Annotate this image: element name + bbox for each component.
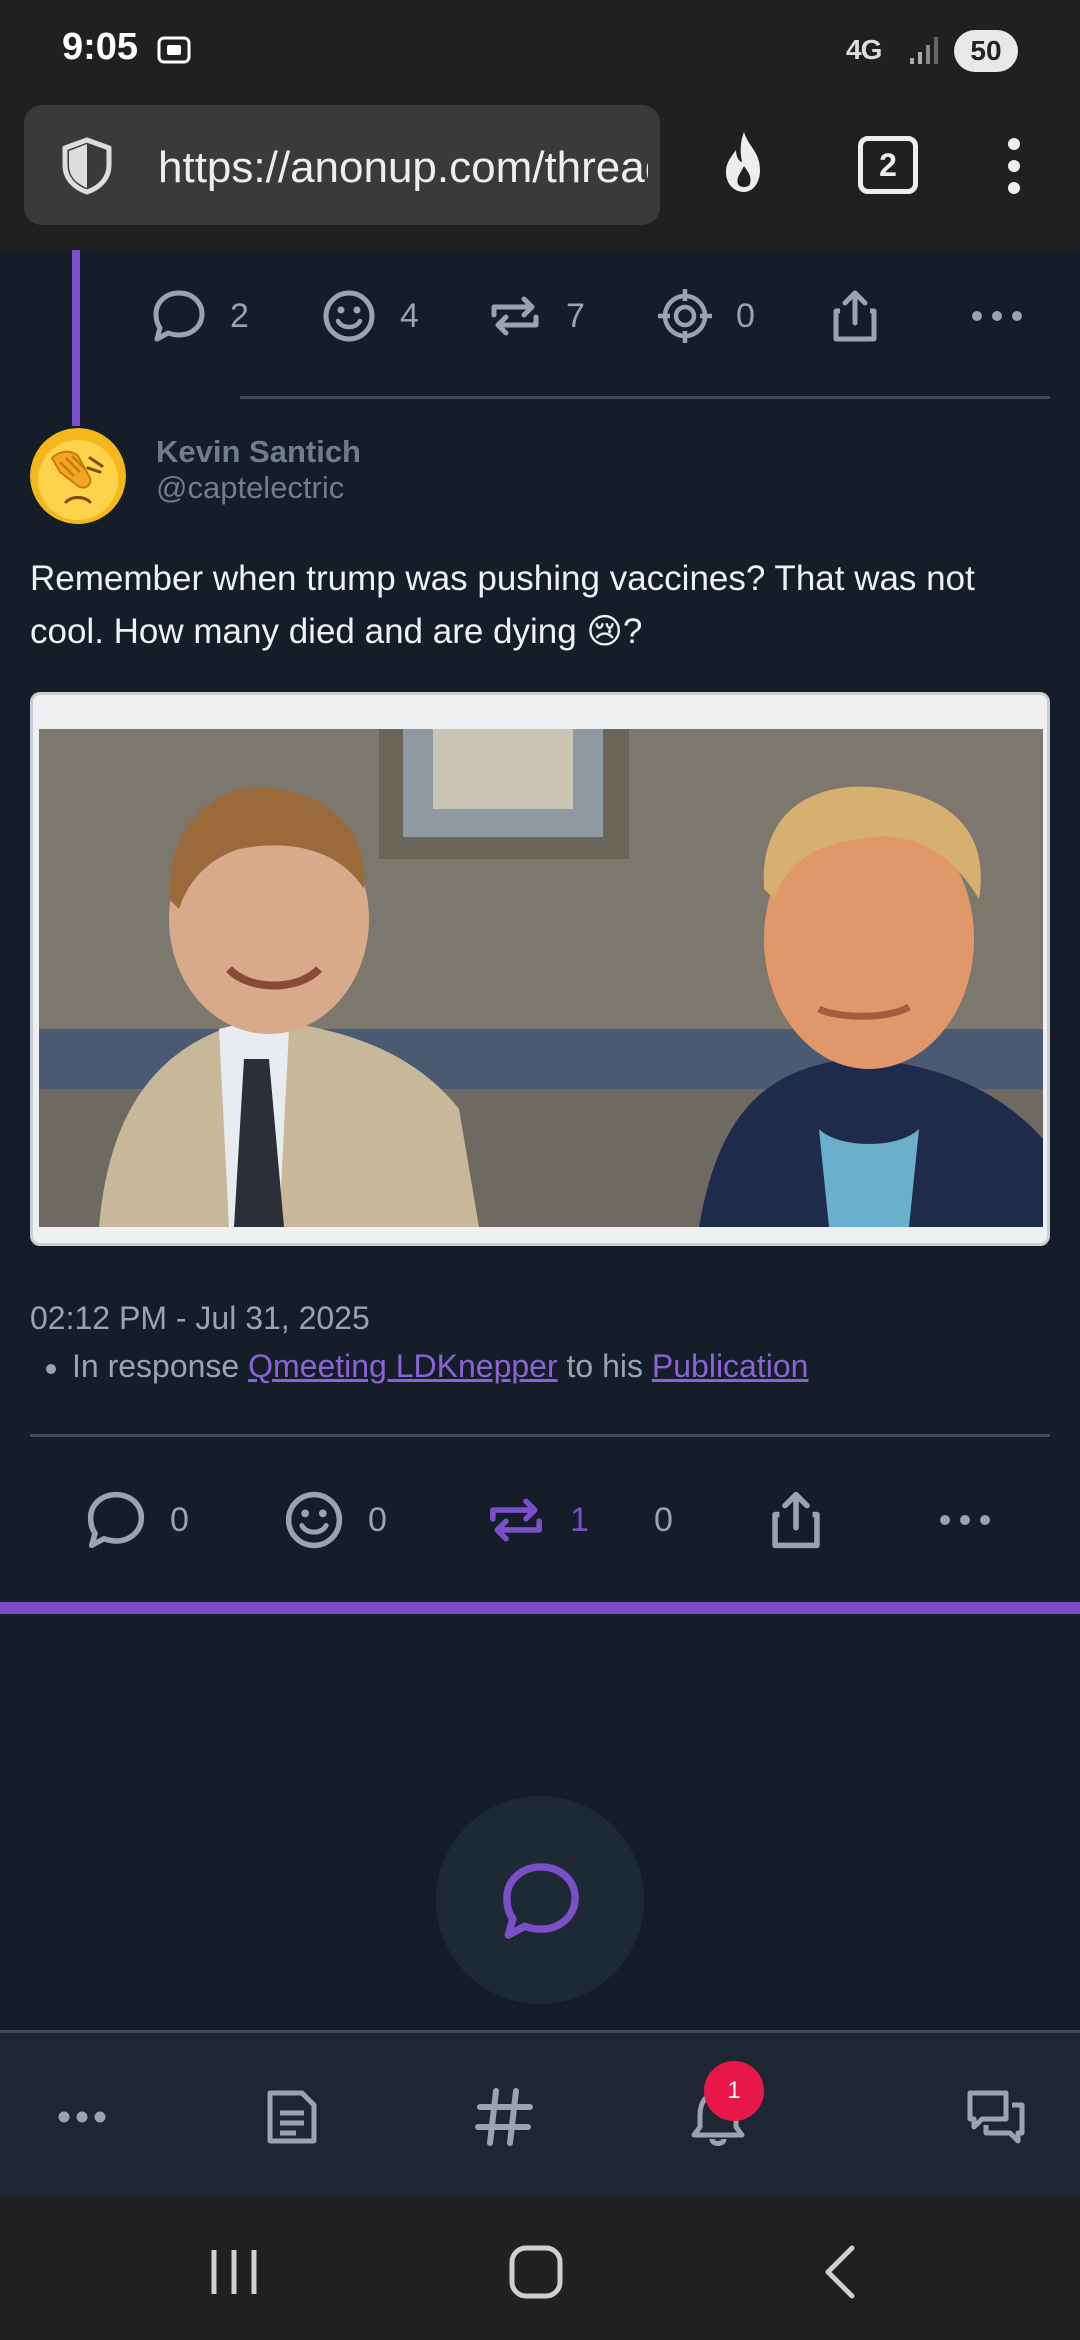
target-count: 0 xyxy=(736,296,755,335)
thread-end-rule xyxy=(0,1602,1080,1614)
react-button[interactable]: 0 xyxy=(282,1470,387,1570)
screenshot-icon xyxy=(157,36,191,64)
publication-link[interactable]: Publication xyxy=(652,1348,809,1384)
author-handle[interactable]: @captelectric xyxy=(156,470,344,506)
more-icon xyxy=(940,1515,990,1525)
prev-post-actions: 2 4 7 0 xyxy=(0,266,1080,366)
response-prefix: In response xyxy=(72,1348,240,1384)
repost-icon xyxy=(490,1498,542,1542)
overflow-menu-icon[interactable] xyxy=(1000,134,1028,198)
app-bottom-nav: 1 xyxy=(0,2030,1080,2196)
comment-button[interactable]: 2 xyxy=(150,266,249,366)
target-icon xyxy=(658,289,712,343)
more-icon xyxy=(58,2111,106,2123)
comment-icon xyxy=(503,1863,579,1939)
fire-icon[interactable] xyxy=(714,128,774,196)
share-button[interactable] xyxy=(826,266,884,366)
more-icon xyxy=(972,311,1022,321)
back-button[interactable] xyxy=(810,2244,870,2300)
url-bar[interactable]: https://anonup.com/thread xyxy=(24,105,660,225)
recent-apps-icon xyxy=(211,2250,257,2294)
nav-hashtags[interactable] xyxy=(472,2085,536,2149)
battery-indicator: 50 xyxy=(954,30,1018,72)
chat-icon xyxy=(967,2090,1025,2144)
network-indicator: 4G xyxy=(846,34,882,65)
home-button[interactable] xyxy=(506,2244,566,2300)
nav-more[interactable] xyxy=(50,2085,114,2149)
nav-messages[interactable] xyxy=(964,2085,1028,2149)
facepalm-emoji-avatar xyxy=(30,428,126,524)
system-nav-bar xyxy=(0,2196,1080,2340)
compose-reply-button[interactable] xyxy=(436,1796,644,2004)
browser-toolbar: https://anonup.com/thread 2 xyxy=(0,100,1080,250)
recent-apps-button[interactable] xyxy=(204,2244,264,2300)
share-icon xyxy=(772,1491,820,1549)
status-time: 9:05 xyxy=(62,26,139,68)
target-count: 0 xyxy=(654,1500,673,1539)
signal-icon xyxy=(910,37,938,64)
comment-count: 2 xyxy=(230,296,249,335)
comment-count: 0 xyxy=(170,1500,189,1539)
smiley-icon xyxy=(323,290,375,342)
target-count-item[interactable]: 0 xyxy=(654,1470,673,1570)
response-middle: to his xyxy=(566,1348,643,1384)
comment-button[interactable]: 0 xyxy=(84,1470,189,1570)
author-name[interactable]: Kevin Santich xyxy=(156,434,361,470)
notification-badge: 1 xyxy=(704,2061,764,2121)
divider xyxy=(30,1434,1050,1437)
response-info: In response Qmeeting LDKnepper to his Pu… xyxy=(46,1348,808,1385)
comment-icon xyxy=(153,290,205,342)
repost-count: 7 xyxy=(566,296,585,335)
post-timestamp: 02:12 PM - Jul 31, 2025 xyxy=(30,1300,370,1336)
post-image[interactable] xyxy=(39,729,1043,1227)
post-media[interactable] xyxy=(30,692,1050,1246)
repost-icon xyxy=(491,296,539,336)
bullet xyxy=(46,1363,56,1374)
repost-button[interactable]: 1 xyxy=(484,1470,589,1570)
reaction-count: 0 xyxy=(368,1500,387,1539)
more-button[interactable] xyxy=(936,1470,994,1570)
hashtag-icon xyxy=(475,2088,533,2146)
avatar[interactable] xyxy=(30,428,126,524)
comment-icon xyxy=(87,1491,145,1549)
nav-feed[interactable] xyxy=(260,2085,324,2149)
divider xyxy=(240,396,1050,399)
target-button[interactable]: 0 xyxy=(656,266,755,366)
url-text[interactable]: https://anonup.com/thread xyxy=(158,143,648,193)
tabs-button[interactable]: 2 xyxy=(858,136,918,194)
share-icon xyxy=(833,290,877,342)
post-actions: 0 0 1 0 xyxy=(0,1470,1080,1570)
repost-count: 1 xyxy=(570,1500,589,1539)
reaction-count: 4 xyxy=(400,296,419,335)
smiley-icon xyxy=(285,1491,343,1549)
share-button[interactable] xyxy=(764,1470,828,1570)
react-button[interactable]: 4 xyxy=(320,266,419,366)
back-icon xyxy=(825,2245,855,2299)
post-text: Remember when trump was pushing vaccines… xyxy=(30,559,975,651)
status-bar: 9:05 4G 50 xyxy=(0,0,1080,100)
document-icon xyxy=(267,2090,317,2144)
more-button[interactable] xyxy=(968,266,1026,366)
repost-button[interactable]: 7 xyxy=(486,266,585,366)
response-user-link[interactable]: Qmeeting LDKnepper xyxy=(248,1348,558,1384)
home-icon xyxy=(509,2245,563,2299)
shield-icon[interactable] xyxy=(56,135,118,197)
